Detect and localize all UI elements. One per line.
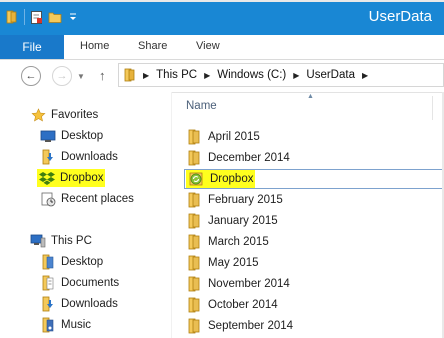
folder-icon (186, 150, 202, 166)
tab-file[interactable]: File (0, 35, 64, 59)
nav-item-pc-documents[interactable]: Documents (40, 273, 119, 293)
nav-this-pc[interactable]: This PC (30, 231, 92, 251)
column-divider[interactable] (432, 96, 433, 120)
file-name: April 2015 (208, 131, 260, 143)
tab-home[interactable]: Home (80, 40, 109, 52)
music-icon (40, 317, 56, 333)
folder-icon (186, 213, 202, 229)
nav-item-label: Documents (61, 277, 120, 289)
tab-view[interactable]: View (196, 40, 220, 52)
file-row[interactable]: January 2015 (186, 211, 278, 231)
breadcrumb-arrow-icon[interactable]: ▶ (204, 71, 210, 80)
column-header-name[interactable]: Name (186, 100, 217, 112)
back-arrow-icon: ← (25, 70, 37, 82)
computer-icon (30, 233, 46, 249)
nav-item-label: Music (61, 319, 92, 331)
nav-item-label: Downloads (61, 151, 118, 163)
quick-access-toolbar (4, 7, 81, 27)
file-name: October 2014 (208, 299, 278, 311)
file-row[interactable]: October 2014 (186, 295, 278, 315)
folder-icon (186, 276, 202, 292)
customize-dropdown-icon[interactable] (65, 8, 81, 26)
dropbox-icon (39, 170, 55, 186)
file-row[interactable]: April 2015 (186, 127, 260, 147)
folder-icon (40, 254, 56, 270)
star-icon (30, 107, 46, 123)
desktop-icon (40, 128, 56, 144)
nav-item-label: Desktop (61, 256, 104, 268)
address-bar[interactable]: ▶ This PC ▶ Windows (C:) ▶ UserData ▶ (118, 63, 444, 87)
folder-icon (119, 68, 141, 82)
qat-separator (24, 9, 25, 25)
folder-icon (186, 129, 202, 145)
nav-item-label: Dropbox (60, 172, 104, 184)
highlighted-dropbox: Dropbox (186, 170, 256, 188)
file-row[interactable]: February 2015 (186, 190, 283, 210)
ribbon-bar (0, 35, 444, 60)
nav-item-pc-desktop[interactable]: Desktop (40, 252, 103, 272)
file-name: May 2015 (208, 257, 259, 269)
nav-item-dropbox[interactable]: Dropbox (37, 168, 106, 188)
breadcrumb-userdata[interactable]: UserData (306, 69, 355, 81)
forward-button[interactable]: → (52, 66, 72, 86)
nav-item-label: Desktop (61, 130, 104, 142)
file-name: September 2014 (208, 320, 294, 332)
nav-item-desktop[interactable]: Desktop (40, 126, 103, 146)
file-row[interactable]: May 2015 (186, 253, 259, 273)
nav-item-label: Downloads (61, 298, 118, 310)
nav-item-label: Recent places (61, 193, 134, 205)
file-name: Dropbox (210, 173, 254, 185)
nav-favorites[interactable]: Favorites (30, 105, 98, 125)
folder-icon[interactable] (4, 8, 20, 26)
breadcrumb-windows-c[interactable]: Windows (C:) (217, 69, 286, 81)
folder-icon (186, 255, 202, 271)
file-name: December 2014 (208, 152, 290, 164)
file-row[interactable]: March 2015 (186, 232, 269, 252)
recent-locations-dropdown-icon[interactable]: ▼ (77, 72, 85, 81)
documents-icon (40, 275, 56, 291)
window-title: UserData (368, 8, 432, 25)
file-row[interactable]: December 2014 (186, 148, 290, 168)
nav-item-pc-downloads[interactable]: Downloads (40, 294, 118, 314)
file-name: January 2015 (208, 215, 278, 227)
sort-ascending-icon: ▲ (307, 93, 314, 100)
folder-icon (186, 318, 202, 334)
folder-icon (186, 297, 202, 313)
tab-share[interactable]: Share (138, 40, 167, 52)
file-name: November 2014 (208, 278, 290, 290)
file-row[interactable]: September 2014 (186, 316, 293, 336)
folder-icon (186, 234, 202, 250)
properties-icon[interactable] (29, 8, 45, 26)
breadcrumb-arrow-icon[interactable]: ▶ (362, 71, 368, 80)
breadcrumb-this-pc[interactable]: This PC (156, 69, 197, 81)
downloads-icon (40, 296, 56, 312)
file-row-dropbox[interactable]: Dropbox (186, 169, 256, 189)
nav-item-downloads[interactable]: Downloads (40, 147, 118, 167)
nav-this-pc-label: This PC (51, 235, 92, 247)
downloads-icon (40, 149, 56, 165)
file-name: March 2015 (208, 236, 269, 248)
folder-icon (186, 192, 202, 208)
back-button[interactable]: ← (21, 66, 41, 86)
pane-divider[interactable] (171, 92, 172, 338)
dropbox-sync-folder-icon (188, 171, 204, 187)
file-row[interactable]: November 2014 (186, 274, 290, 294)
recent-places-icon (40, 191, 56, 207)
new-folder-icon[interactable] (47, 8, 63, 26)
forward-arrow-icon: → (56, 70, 68, 82)
nav-favorites-label: Favorites (51, 109, 99, 121)
file-name: February 2015 (208, 194, 283, 206)
nav-item-recent-places[interactable]: Recent places (40, 189, 134, 209)
breadcrumb-arrow-icon[interactable]: ▶ (293, 71, 299, 80)
nav-item-pc-music[interactable]: Music (40, 315, 91, 335)
highlighted-dropbox: Dropbox (37, 169, 106, 187)
breadcrumb-arrow-icon[interactable]: ▶ (143, 71, 149, 80)
up-arrow-icon[interactable]: ↑ (99, 68, 106, 83)
